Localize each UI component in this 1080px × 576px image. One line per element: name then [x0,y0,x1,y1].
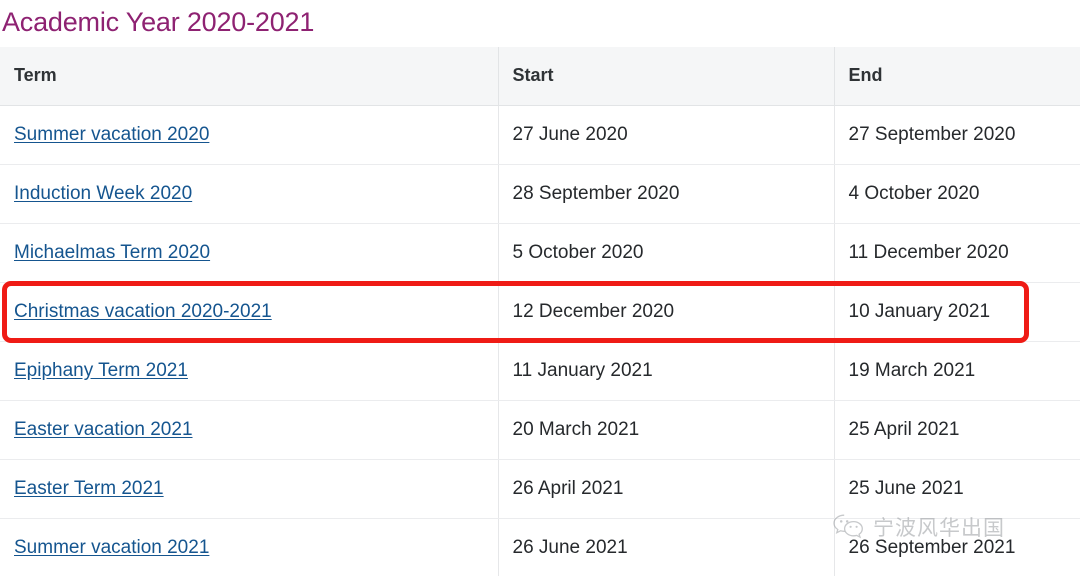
cell-term: Epiphany Term 2021 [0,341,499,401]
table-header-row: Term Start End [0,47,1080,106]
term-link[interactable]: Easter Term 2021 [14,478,164,499]
term-link[interactable]: Summer vacation 2021 [14,537,209,558]
cell-term: Christmas vacation 2020-2021 [0,282,499,342]
table-header: Term Start End [0,47,1080,106]
cell-end-date: 4 October 2020 [834,164,1080,224]
cell-start-date: 26 April 2021 [498,459,835,519]
cell-start-date: 20 March 2021 [498,400,835,460]
term-link[interactable]: Summer vacation 2020 [14,124,209,145]
cell-term: Easter Term 2021 [0,459,499,519]
term-link[interactable]: Easter vacation 2021 [14,419,193,440]
cell-term: Summer vacation 2021 [0,518,499,576]
cell-term: Michaelmas Term 2020 [0,223,499,283]
cell-start-date: 12 December 2020 [498,282,835,342]
table-row: Induction Week 2020 28 September 2020 4 Oc… [0,164,1080,224]
cell-start-date: 26 June 2021 [498,518,835,576]
term-link[interactable]: Induction Week 2020 [14,183,192,204]
table-row: Michaelmas Term 2020 5 October 2020 11 Dec… [0,223,1080,283]
table-row: Christmas vacation 2020-2021 12 December … [0,282,1080,342]
table-row: Easter vacation 2021 20 March 2021 25 Apri… [0,400,1080,460]
cell-end-date: 10 January 2021 [834,282,1080,342]
column-header-start: Start [498,47,835,106]
cell-end-date: 11 December 2020 [834,223,1080,283]
column-header-term: Term [0,47,499,106]
cell-term: Easter vacation 2021 [0,400,499,460]
term-link[interactable]: Epiphany Term 2021 [14,360,188,381]
table-row: Summer vacation 2020 27 June 2020 27 Septe… [0,105,1080,165]
cell-end-date: 25 June 2021 [834,459,1080,519]
cell-end-date: 26 September 2021 [834,518,1080,576]
term-link[interactable]: Christmas vacation 2020-2021 [14,301,272,322]
cell-start-date: 28 September 2020 [498,164,835,224]
page-title: Academic Year 2020-2021 [2,7,315,37]
table-row: Summer vacation 2021 26 June 2021 26 Septe… [0,518,1080,576]
cell-start-date: 5 October 2020 [498,223,835,283]
table-row: Epiphany Term 2021 11 January 2021 19 Marc… [0,341,1080,401]
cell-term: Induction Week 2020 [0,164,499,224]
cell-end-date: 19 March 2021 [834,341,1080,401]
column-header-end: End [834,47,1080,106]
page-root: Academic Year 2020-2021 Term Start End S… [0,0,1080,576]
academic-calendar-table: Term Start End Summer vacation 2020 27 Ju… [0,47,1080,576]
cell-term: Summer vacation 2020 [0,105,499,165]
cell-end-date: 27 September 2020 [834,105,1080,165]
term-link[interactable]: Michaelmas Term 2020 [14,242,210,263]
cell-start-date: 11 January 2021 [498,341,835,401]
cell-end-date: 25 April 2021 [834,400,1080,460]
table-body: Summer vacation 2020 27 June 2020 27 Septe… [0,105,1080,576]
cell-start-date: 27 June 2020 [498,105,835,165]
table-row: Easter Term 2021 26 April 2021 25 June 202… [0,459,1080,519]
